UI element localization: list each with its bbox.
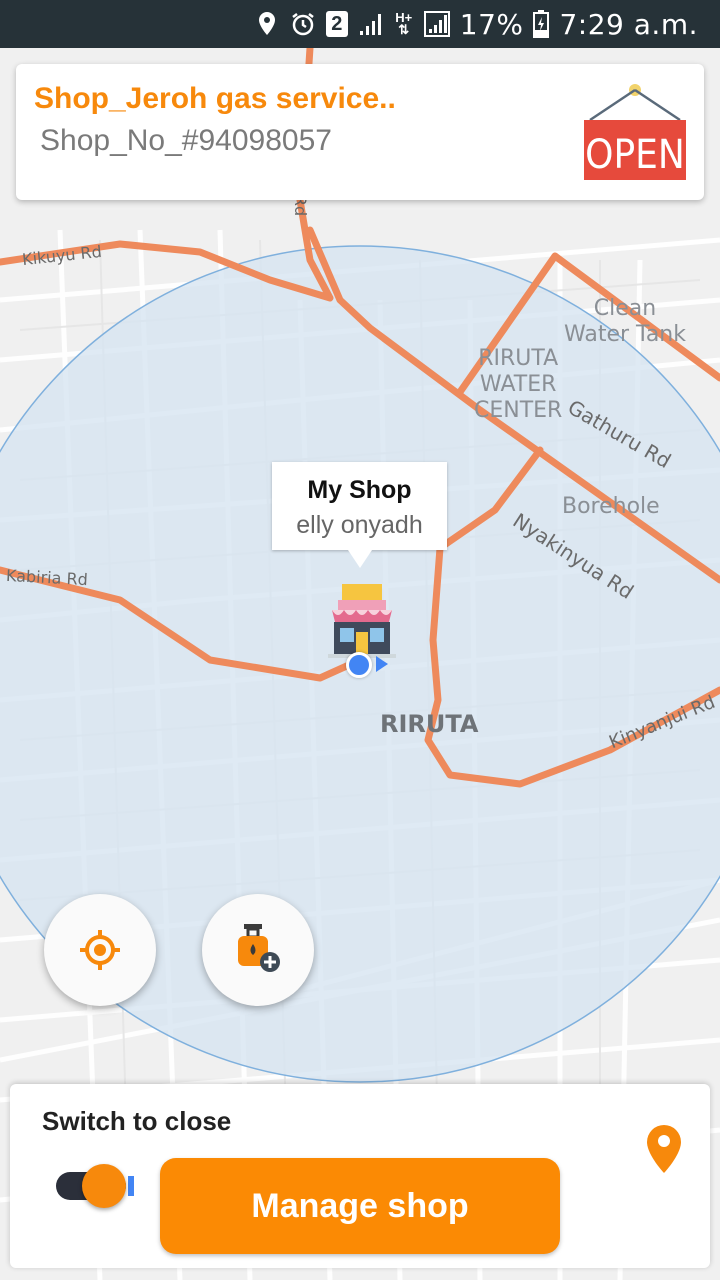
toggle-thumb — [82, 1164, 126, 1208]
add-gas-button[interactable] — [202, 894, 314, 1006]
battery-charging-icon — [533, 10, 550, 38]
shop-marker-icon[interactable] — [326, 582, 398, 662]
open-close-toggle[interactable] — [56, 1164, 134, 1208]
status-bar: 2 H+ ⇅ 17% 7:29 a.m. — [0, 0, 720, 48]
battery-percent: 17% — [459, 7, 524, 41]
place-borehole: Borehole — [562, 494, 660, 519]
marker-title: My Shop — [307, 476, 412, 504]
gas-cylinder-add-icon — [238, 924, 280, 972]
crosshair-icon — [80, 930, 120, 970]
place-riruta-water-center: RIRUTA WATER CENTER — [474, 346, 563, 423]
marker-info-window[interactable]: My Shop elly onyadh — [272, 462, 447, 568]
network-type-icon: H+ ⇅ — [395, 10, 413, 37]
switch-label: Switch to close — [42, 1106, 232, 1136]
alarm-icon — [290, 11, 316, 37]
my-location-dot — [346, 652, 372, 678]
marker-subtitle: elly onyadh — [296, 511, 423, 539]
place-clean-water-tank: Clean Water Tank — [564, 296, 686, 347]
manage-shop-button[interactable]: Manage shop — [160, 1158, 560, 1254]
signal-icon — [358, 11, 384, 37]
toggle-flag-icon — [128, 1176, 134, 1196]
sim-icon: 2 — [325, 11, 348, 37]
location-pin-icon[interactable] — [646, 1124, 682, 1174]
shop-name: Shop_Jeroh gas service.. — [34, 82, 396, 115]
shop-header-card: Shop_Jeroh gas service.. Shop_No_#940980… — [16, 64, 704, 200]
bottom-panel: Switch to close Manage shop — [10, 1084, 710, 1268]
area-label: RIRUTA — [380, 710, 479, 738]
open-sign-icon[interactable]: OPEN — [584, 84, 686, 180]
direction-arrow-icon — [376, 656, 388, 672]
open-sign-text: OPEN — [585, 132, 685, 178]
locate-me-button[interactable] — [44, 894, 156, 1006]
clock: 7:29 a.m. — [559, 7, 698, 41]
signal-icon — [423, 11, 450, 37]
shop-number: Shop_No_#94098057 — [40, 124, 332, 157]
location-icon — [254, 11, 280, 37]
